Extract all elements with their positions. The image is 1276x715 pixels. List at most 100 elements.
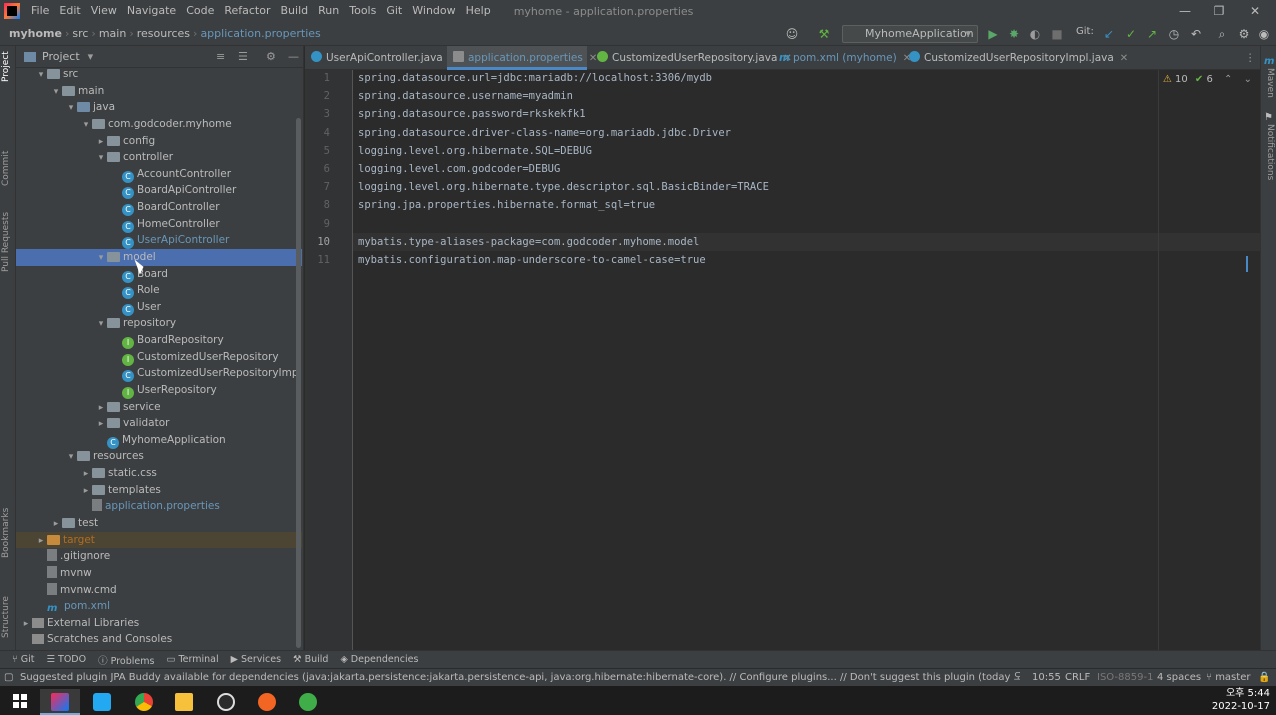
- tree-item[interactable]: ▸ config: [16, 133, 302, 150]
- run-icon[interactable]: ▶: [985, 26, 1001, 42]
- tree-item[interactable]: C MyhomeApplication: [16, 432, 302, 449]
- taskbar-intellij-icon[interactable]: [40, 689, 80, 715]
- tree-item[interactable]: ▸ External Libraries: [16, 615, 302, 632]
- tab-customizeduserrepositoryimpl[interactable]: CustomizedUserRepositoryImpl.java ✕: [903, 46, 1128, 70]
- status-message[interactable]: Suggested plugin JPA Buddy available for…: [20, 669, 1020, 687]
- tree-item[interactable]: ▸ templates: [16, 482, 302, 499]
- chevron-down-icon[interactable]: ▾: [80, 117, 92, 134]
- history-icon[interactable]: ◷: [1166, 26, 1182, 42]
- chevron-right-icon[interactable]: ▸: [95, 134, 107, 151]
- tree-item[interactable]: I UserRepository: [16, 382, 302, 399]
- menu-edit[interactable]: Edit: [54, 0, 85, 22]
- tree-item[interactable]: Scratches and Consoles: [16, 631, 302, 648]
- breadcrumb-src[interactable]: src: [69, 27, 91, 40]
- breadcrumb-resources[interactable]: resources: [134, 27, 193, 40]
- notifications-bell-icon[interactable]: ⚑: [1264, 112, 1273, 123]
- tab-userapicontroller[interactable]: UserApiController.java✕: [305, 46, 457, 70]
- menu-refactor[interactable]: Refactor: [219, 0, 275, 22]
- restore-icon[interactable]: ❐: [1202, 0, 1236, 22]
- chevron-down-icon[interactable]: ⌄: [1244, 74, 1252, 85]
- tab-pom-xml[interactable]: m pom.xml (myhome) ✕: [773, 46, 911, 70]
- chevron-right-icon[interactable]: ▸: [35, 533, 47, 550]
- tree-item[interactable]: .gitignore: [16, 548, 302, 565]
- taskbar-hs-icon[interactable]: [288, 689, 328, 715]
- search-icon[interactable]: ⌕: [1214, 26, 1230, 42]
- file-encoding[interactable]: ISO-8859-1: [1097, 669, 1153, 687]
- chevron-right-icon[interactable]: ▸: [95, 416, 107, 433]
- tool-tab-terminal[interactable]: ▭ Terminal: [166, 654, 218, 665]
- tab-customizeduserrepository[interactable]: CustomizedUserRepository.java ✕: [591, 46, 792, 70]
- code-line[interactable]: logging.level.org.hibernate.SQL=DEBUG: [358, 145, 592, 157]
- code-line[interactable]: spring.jpa.properties.hibernate.format_s…: [358, 199, 655, 211]
- menu-code[interactable]: Code: [181, 0, 219, 22]
- caret-position[interactable]: 10:55: [1032, 669, 1061, 687]
- chevron-down-icon[interactable]: ▾: [65, 449, 77, 466]
- settings-gear-icon[interactable]: ⚙: [1236, 26, 1252, 42]
- code-line[interactable]: logging.level.com.godcoder=DEBUG: [358, 163, 560, 175]
- ide-logo-icon[interactable]: ◉: [1256, 26, 1272, 42]
- tree-item[interactable]: C AccountController: [16, 166, 302, 183]
- chevron-down-icon[interactable]: ▾: [50, 84, 62, 101]
- right-tab-maven[interactable]: Maven: [1265, 68, 1275, 98]
- minimize-icon[interactable]: —: [1168, 0, 1202, 22]
- taskbar-vscode-icon[interactable]: [82, 689, 122, 715]
- breadcrumb-project[interactable]: myhome: [6, 27, 65, 40]
- hide-panel-icon[interactable]: —: [288, 50, 299, 63]
- project-panel-title[interactable]: Project: [42, 50, 80, 63]
- chevron-up-icon[interactable]: ⌃: [1224, 74, 1232, 85]
- tool-tab-dependencies[interactable]: ◈ Dependencies: [340, 654, 418, 665]
- tool-tab-services[interactable]: ▶ Services: [231, 654, 281, 665]
- indent-setting[interactable]: 4 spaces: [1157, 669, 1201, 687]
- code-line[interactable]: spring.datasource.password=rkskekfk1: [358, 108, 586, 120]
- intellij-logo-icon[interactable]: [4, 3, 20, 19]
- maven-icon[interactable]: m: [1264, 56, 1274, 67]
- tree-item[interactable]: ▾ repository: [16, 315, 302, 332]
- tree-item[interactable]: ▸ service: [16, 399, 302, 416]
- tree-item[interactable]: ▾ resources: [16, 448, 302, 465]
- tree-item[interactable]: ▾ controller: [16, 149, 302, 166]
- tree-item[interactable]: ▸ static.css: [16, 465, 302, 482]
- rollback-icon[interactable]: ↶: [1188, 26, 1204, 42]
- expand-all-icon[interactable]: ≡: [216, 50, 225, 63]
- debug-icon[interactable]: ✸: [1006, 26, 1022, 42]
- git-commit-icon[interactable]: ✓: [1123, 26, 1139, 42]
- left-tab-project[interactable]: Project: [1, 51, 11, 82]
- taskbar-chrome-icon[interactable]: [124, 689, 164, 715]
- code-line[interactable]: mybatis.type-aliases-package=com.godcode…: [358, 236, 699, 248]
- tool-tab-git[interactable]: ⑂ Git: [12, 654, 34, 665]
- menu-window[interactable]: Window: [407, 0, 460, 22]
- more-tabs-icon[interactable]: ⋮: [1245, 46, 1259, 70]
- run-configuration-select[interactable]: MyhomeApplication ▾: [842, 25, 978, 43]
- chevron-right-icon[interactable]: ▸: [80, 466, 92, 483]
- git-push-icon[interactable]: ↗: [1144, 26, 1160, 42]
- line-separator[interactable]: CRLF: [1065, 669, 1090, 687]
- code-line[interactable]: spring.datasource.driver-class-name=org.…: [358, 127, 731, 139]
- project-scrollbar[interactable]: [296, 118, 301, 648]
- left-tab-pull-requests[interactable]: Pull Requests: [1, 212, 11, 272]
- tree-item[interactable]: C Board: [16, 266, 302, 283]
- left-tab-structure[interactable]: Structure: [1, 596, 11, 638]
- tree-item[interactable]: ▾ model: [16, 248, 302, 267]
- tree-item[interactable]: C CustomizedUserRepositoryImpl: [16, 365, 302, 383]
- menu-run[interactable]: Run: [313, 0, 344, 22]
- tree-item[interactable]: C User: [16, 299, 302, 316]
- tree-item[interactable]: C Role: [16, 282, 302, 300]
- git-branch[interactable]: ⑂ master: [1206, 669, 1250, 687]
- status-toggle-icon[interactable]: ▢: [4, 669, 13, 687]
- menu-tools[interactable]: Tools: [344, 0, 381, 22]
- taskbar-obs-icon[interactable]: [206, 689, 246, 715]
- stop-icon[interactable]: ■: [1049, 26, 1065, 42]
- chevron-down-icon[interactable]: ▾: [95, 250, 107, 267]
- collapse-all-icon[interactable]: ☰: [238, 50, 248, 63]
- menu-view[interactable]: View: [86, 0, 122, 22]
- system-clock[interactable]: 오후 5:44 2022-10-17: [1212, 687, 1270, 713]
- tree-item[interactable]: ▾ main: [16, 83, 302, 100]
- breadcrumb-file[interactable]: application.properties: [197, 27, 323, 40]
- taskbar-file-explorer-icon[interactable]: [164, 689, 204, 715]
- left-tab-bookmarks[interactable]: Bookmarks: [1, 508, 11, 558]
- tree-item[interactable]: ▾ com.godcoder.myhome: [16, 116, 302, 133]
- tool-tab-build[interactable]: ⚒ Build: [293, 654, 328, 665]
- lock-icon[interactable]: 🔒: [1258, 669, 1270, 687]
- inspection-widget[interactable]: ⚠ 10 ✔ 6 ⌃ ⌄: [1163, 74, 1252, 85]
- tree-item[interactable]: C BoardApiController: [16, 182, 302, 200]
